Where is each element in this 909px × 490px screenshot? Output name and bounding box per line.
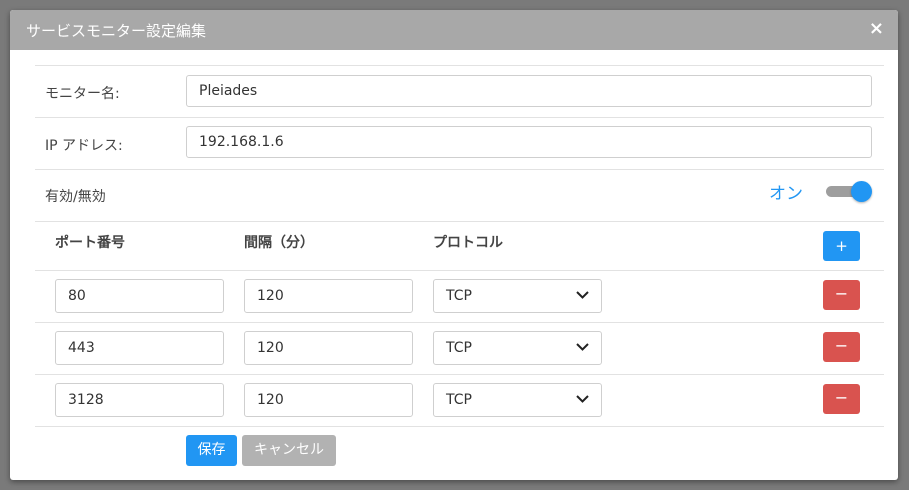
remove-port-button[interactable]: − [823, 384, 860, 414]
protocol-select[interactable]: TCP [433, 331, 602, 365]
remove-port-button[interactable]: − [823, 280, 860, 310]
port-input[interactable]: 3128 [55, 383, 224, 417]
remove-port-button[interactable]: − [823, 332, 860, 362]
close-icon[interactable]: × [869, 18, 884, 39]
dialog-content: モニター名: Pleiades IP アドレス: 192.168.1.6 有効/… [35, 65, 884, 477]
protocol-select[interactable]: TCP [433, 383, 602, 417]
monitor-name-input[interactable]: Pleiades [186, 75, 872, 107]
interval-header: 間隔（分） [244, 235, 314, 251]
chevron-down-icon [576, 332, 589, 351]
protocol-header: プロトコル [433, 235, 503, 251]
chevron-down-icon [576, 280, 589, 299]
port-input[interactable]: 443 [55, 331, 224, 365]
protocol-value: TCP [446, 340, 472, 356]
enabled-toggle[interactable] [826, 181, 872, 202]
interval-input[interactable]: 120 [244, 279, 413, 313]
interval-input[interactable]: 120 [244, 383, 413, 417]
enabled-row: 有効/無効 オン [35, 169, 884, 221]
cancel-button[interactable]: キャンセル [242, 435, 336, 466]
protocol-select[interactable]: TCP [433, 279, 602, 313]
enabled-state-label: オン [769, 184, 803, 204]
protocol-value: TCP [446, 288, 472, 304]
enabled-label: 有効/無効 [45, 189, 106, 205]
port-row: 80 120 TCP − [35, 270, 884, 322]
ip-address-input[interactable]: 192.168.1.6 [186, 126, 872, 158]
dialog-titlebar: サービスモニター設定編集 × [10, 10, 898, 50]
ip-address-label: IP アドレス: [45, 138, 123, 154]
protocol-value: TCP [446, 392, 472, 408]
port-header: ポート番号 [55, 235, 125, 251]
dialog-title: サービスモニター設定編集 [26, 22, 207, 40]
port-input[interactable]: 80 [55, 279, 224, 313]
add-port-button[interactable]: + [823, 231, 860, 261]
port-row: 443 120 TCP − [35, 322, 884, 374]
chevron-down-icon [576, 384, 589, 403]
service-monitor-dialog: サービスモニター設定編集 × モニター名: Pleiades IP アドレス: … [10, 10, 898, 480]
port-row: 3128 120 TCP − [35, 374, 884, 426]
ports-header-row: ポート番号 間隔（分） プロトコル + [35, 221, 884, 270]
toggle-knob [851, 181, 872, 202]
ip-address-row: IP アドレス: 192.168.1.6 [35, 117, 884, 169]
monitor-name-row: モニター名: Pleiades [35, 65, 884, 117]
save-button[interactable]: 保存 [186, 435, 237, 466]
interval-input[interactable]: 120 [244, 331, 413, 365]
monitor-name-label: モニター名: [45, 86, 120, 102]
actions-row: 保存 キャンセル [35, 426, 884, 477]
